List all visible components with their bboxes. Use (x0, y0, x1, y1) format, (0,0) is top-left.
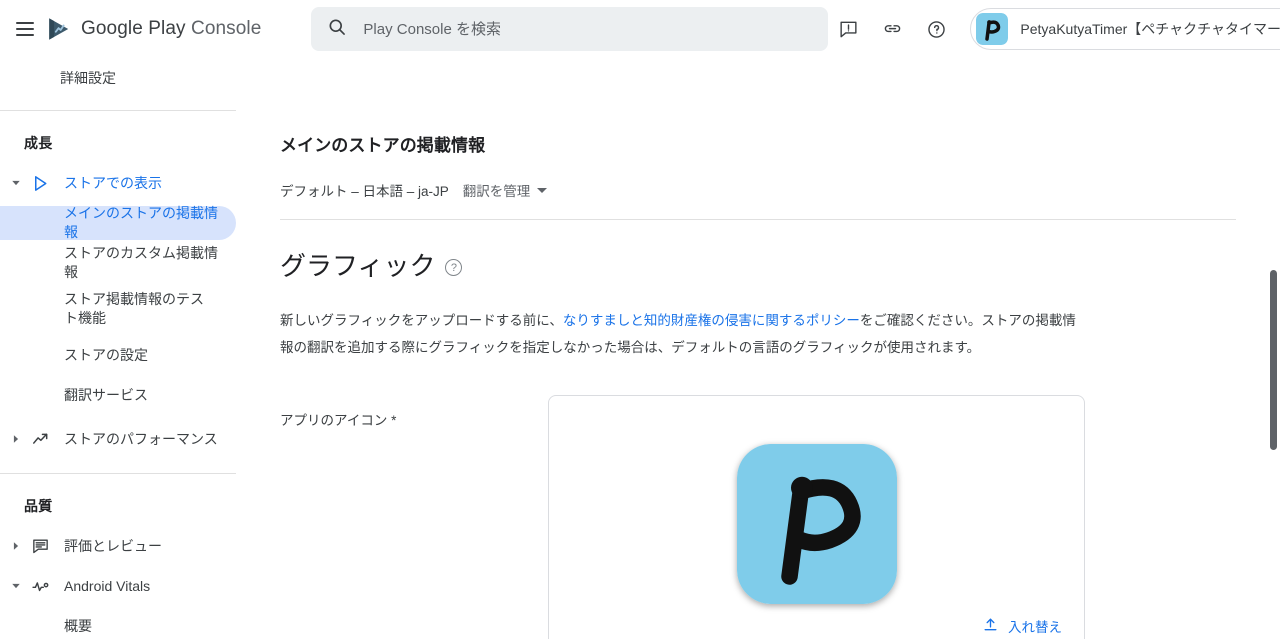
section-header-graphics: グラフィック ? (280, 246, 1236, 283)
brand[interactable]: Google Play Console (46, 16, 261, 42)
default-language-label: デフォルト – 日本語 – ja-JP (280, 184, 449, 200)
play-console-logo-icon (46, 16, 72, 42)
sidebar-item-custom-store-listing[interactable]: ストアのカスタム掲載情報 (0, 243, 236, 283)
ratings-reviews-icon (28, 537, 52, 556)
app-icon-upload-card[interactable]: 入れ替え (548, 395, 1085, 639)
scrollbar-thumb[interactable] (1270, 270, 1277, 450)
sidebar-item-label: 翻訳サービス (64, 386, 148, 403)
sidebar-item-android-vitals[interactable]: Android Vitals (0, 566, 236, 606)
play-console-app: Google Play Console Play Console を検索 Pet… (0, 0, 1280, 639)
main-content: メインのストアの掲載情報 デフォルト – 日本語 – ja-JP 翻訳を管理 グ… (236, 58, 1280, 639)
app-icon-preview (736, 444, 897, 604)
page-title: メインのストアの掲載情報 (280, 136, 486, 156)
android-vitals-icon (28, 577, 52, 596)
section-title: グラフィック (280, 251, 436, 282)
sidebar-item-label: ストア掲載情報のテスト機能 (64, 291, 204, 326)
search-box[interactable] (311, 7, 829, 51)
menu-icon[interactable] (16, 9, 34, 49)
help-circle-icon[interactable]: ? (445, 259, 463, 277)
ip-policy-link[interactable]: なりすましと知的財産権の侵害に関するポリシー (563, 313, 860, 328)
top-app-bar: Google Play Console Play Console を検索 Pet… (0, 0, 1280, 58)
sidebar-item-label: Android Vitals (64, 577, 151, 594)
sidebar-item-label: メインのストアの掲載情報 (64, 205, 218, 240)
graphics-description: 新しいグラフィックをアップロードする前に、なりすましと知的財産権の侵害に関するポ… (280, 308, 1080, 361)
sidebar-item-label: 概要 (64, 617, 92, 634)
chevron-down-icon[interactable] (4, 581, 28, 591)
replace-image-label: 入れ替え (1008, 620, 1062, 635)
sidebar-section-title-growth: 成長 (24, 135, 53, 151)
manage-translations-label: 翻訳を管理 (462, 184, 531, 200)
sidebar-item-advanced-settings[interactable]: 詳細設定 (0, 58, 236, 98)
description-part-1: 新しいグラフィックをアップロードする前に、 (280, 313, 563, 329)
brand-text-google-play: Google Play (81, 18, 186, 39)
sidebar-item-label: ストアでの表示 (64, 174, 162, 191)
sidebar-navigation: 詳細設定 成長 ストアでの表示 メインのストアの掲載情報 ストアのカスタム掲載情… (0, 58, 236, 639)
language-row: デフォルト – 日本語 – ja-JP 翻訳を管理 (280, 180, 1236, 200)
search-container (311, 7, 829, 51)
sidebar-item-overview[interactable]: 概要 (0, 606, 236, 639)
app-icon-label: アプリのアイコン * (280, 413, 397, 428)
replace-image-button[interactable]: 入れ替え (974, 610, 1070, 639)
chevron-right-icon[interactable] (4, 541, 28, 551)
sidebar-item-label: 評価とレビュー (64, 537, 162, 554)
store-presence-icon (28, 174, 52, 193)
app-selector-chip[interactable]: PetyaKutyaTimer【ペチャクチャタイマー】 (970, 8, 1280, 50)
sidebar-item-label: 詳細設定 (60, 70, 116, 86)
link-icon[interactable] (872, 9, 912, 49)
sidebar-item-main-store-listing[interactable]: メインのストアの掲載情報 (0, 203, 236, 243)
sidebar-section-title-quality: 品質 (24, 498, 53, 514)
sidebar-item-label: ストアの設定 (64, 346, 148, 363)
body: 詳細設定 成長 ストアでの表示 メインのストアの掲載情報 ストアのカスタム掲載情… (0, 58, 1280, 639)
app-chip-label: PetyaKutyaTimer【ペチャクチャタイマー】 (1020, 21, 1280, 37)
app-icon-field-row: アプリのアイコン * 入れ替え (280, 395, 1236, 639)
chevron-down-icon[interactable] (4, 178, 28, 188)
sidebar-item-store-performance[interactable]: ストアのパフォーマンス (0, 419, 236, 459)
help-circle-icon[interactable] (916, 9, 956, 49)
brand-text-console: Console (191, 18, 262, 39)
sidebar-item-store-presence[interactable]: ストアでの表示 (0, 163, 236, 203)
sidebar-item-store-listing-experiments[interactable]: ストア掲載情報のテスト機能 (0, 283, 236, 335)
sidebar-item-translation-service[interactable]: 翻訳サービス (0, 375, 236, 415)
top-bar-actions: PetyaKutyaTimer【ペチャクチャタイマー】 (828, 8, 1280, 50)
chevron-right-icon[interactable] (4, 434, 28, 444)
search-icon (327, 17, 347, 42)
search-input[interactable] (361, 19, 813, 39)
sidebar-item-store-settings[interactable]: ストアの設定 (0, 335, 236, 375)
feedback-icon[interactable] (828, 9, 868, 49)
chevron-down-icon (537, 187, 548, 193)
brand-text: Google Play Console (81, 18, 261, 40)
app-icon-petyakutyatimer (976, 13, 1009, 45)
manage-translations-button[interactable]: 翻訳を管理 (463, 180, 548, 200)
vertical-scrollbar[interactable] (1267, 58, 1280, 639)
sidebar-item-ratings-and-reviews[interactable]: 評価とレビュー (0, 526, 236, 566)
store-performance-icon (28, 430, 52, 449)
sidebar-item-label: ストアのパフォーマンス (64, 430, 218, 447)
upload-icon (982, 616, 999, 636)
header-divider (280, 219, 1236, 221)
sidebar-item-label: ストアのカスタム掲載情報 (64, 245, 218, 280)
